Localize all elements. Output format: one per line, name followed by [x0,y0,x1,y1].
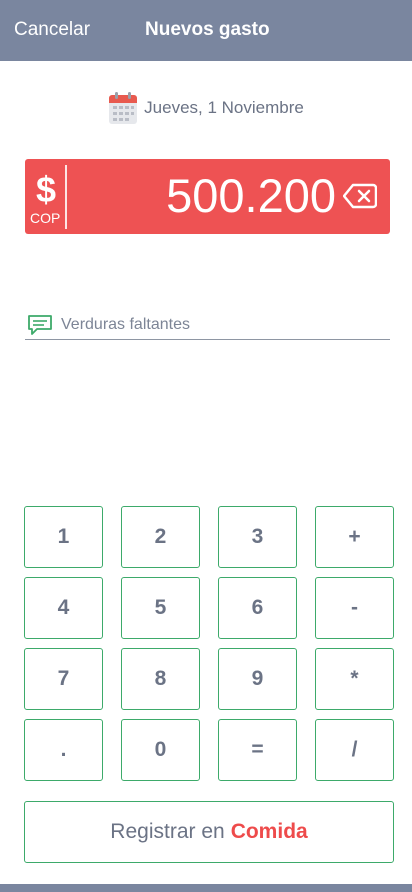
amount-display: $ COP 500.200 [25,159,390,234]
date-label: Jueves, 1 Noviembre [144,98,304,117]
register-button[interactable]: Registrar en Comida [24,801,394,863]
page-title: Nuevos gasto [145,19,270,40]
date-selector[interactable]: Jueves, 1 Noviembre [0,90,412,126]
cancel-button[interactable]: Cancelar [14,19,90,41]
key-5[interactable]: 5 [121,577,200,639]
key-decimal[interactable]: . [24,719,103,781]
key-equals[interactable]: = [218,719,297,781]
key-divide[interactable]: / [315,719,394,781]
currency-symbol: $ [36,169,57,210]
note-field[interactable] [25,310,390,340]
key-2[interactable]: 2 [121,506,200,568]
top-bar: Cancelar Nuevos gasto [0,0,412,61]
key-3[interactable]: 3 [218,506,297,568]
key-4[interactable]: 4 [24,577,103,639]
bottom-bar [0,884,412,892]
amount-value: 500.200 [166,169,336,222]
calendar-icon [108,91,138,125]
key-7[interactable]: 7 [24,648,103,710]
register-prefix: Registrar en [110,820,225,843]
key-multiply[interactable]: * [315,648,394,710]
currency-code[interactable]: COP [30,210,60,226]
key-8[interactable]: 8 [121,648,200,710]
backspace-icon[interactable] [342,183,378,209]
note-input[interactable] [61,315,390,334]
key-plus[interactable]: + [315,506,394,568]
comment-icon [27,314,53,336]
register-category: Comida [230,820,308,843]
key-1[interactable]: 1 [24,506,103,568]
amount-divider [65,165,67,229]
key-6[interactable]: 6 [218,577,297,639]
key-9[interactable]: 9 [218,648,297,710]
key-minus[interactable]: - [315,577,394,639]
key-0[interactable]: 0 [121,719,200,781]
